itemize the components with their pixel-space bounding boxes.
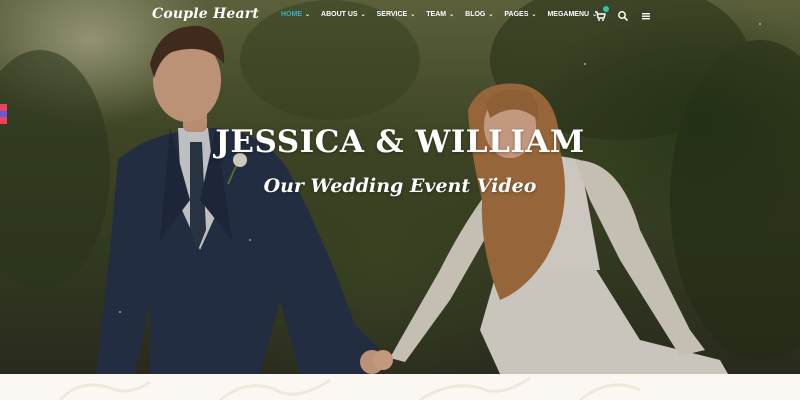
nav-item-label: HOME (281, 11, 302, 18)
hamburger-menu-icon (642, 13, 650, 20)
chevron-down-icon: ⌄ (305, 11, 311, 18)
hero-title: JESSICA & WILLIAM (215, 124, 585, 160)
chevron-down-icon: ⌄ (410, 11, 416, 18)
main-nav: HOME ⌄ ABOUT US ⌄ SERVICE ⌄ TEAM ⌄ BLOG … (281, 11, 608, 18)
switcher-swatch-pink[interactable] (0, 117, 7, 125)
floral-pattern-decoration (58, 376, 641, 400)
nav-item-label: BLOG (465, 11, 486, 18)
cart-button[interactable] (594, 6, 609, 21)
nav-item-team[interactable]: TEAM ⌄ (426, 11, 454, 18)
switcher-swatch-red[interactable] (0, 104, 7, 111)
nav-item-blog[interactable]: BLOG ⌄ (465, 11, 493, 18)
header-tools (594, 6, 652, 22)
chevron-down-icon: ⌄ (449, 11, 455, 18)
side-color-switcher[interactable] (0, 104, 7, 125)
chevron-down-icon: ⌄ (488, 11, 494, 18)
brand-logo[interactable]: Couple Heart (152, 6, 259, 22)
cart-count-badge (603, 6, 609, 12)
nav-item-label: MEGAMENU (547, 11, 590, 18)
nav-item-service[interactable]: SERVICE ⌄ (377, 11, 416, 18)
nav-item-about-us[interactable]: ABOUT US ⌄ (321, 11, 366, 18)
hero-subtitle: Our Wedding Event Video (263, 175, 537, 197)
nav-item-label: TEAM (426, 11, 447, 18)
search-icon (618, 11, 629, 22)
nav-item-pages[interactable]: PAGES ⌄ (504, 11, 536, 18)
site-header: Couple Heart HOME ⌄ ABOUT US ⌄ SERVICE ⌄… (0, 0, 800, 32)
nav-item-label: PAGES (504, 11, 529, 18)
chevron-down-icon: ⌄ (531, 11, 537, 18)
section-divider (0, 374, 800, 400)
nav-item-label: SERVICE (376, 11, 408, 18)
search-button[interactable] (617, 9, 629, 22)
nav-item-home[interactable]: HOME ⌄ (281, 11, 310, 18)
switcher-swatch-purple[interactable] (0, 110, 7, 118)
nav-item-megamenu[interactable]: MEGAMENU ⌄ (547, 11, 597, 18)
menu-button[interactable] (640, 9, 652, 21)
nav-item-label: ABOUT US (321, 11, 358, 18)
chevron-down-icon: ⌄ (360, 11, 366, 18)
